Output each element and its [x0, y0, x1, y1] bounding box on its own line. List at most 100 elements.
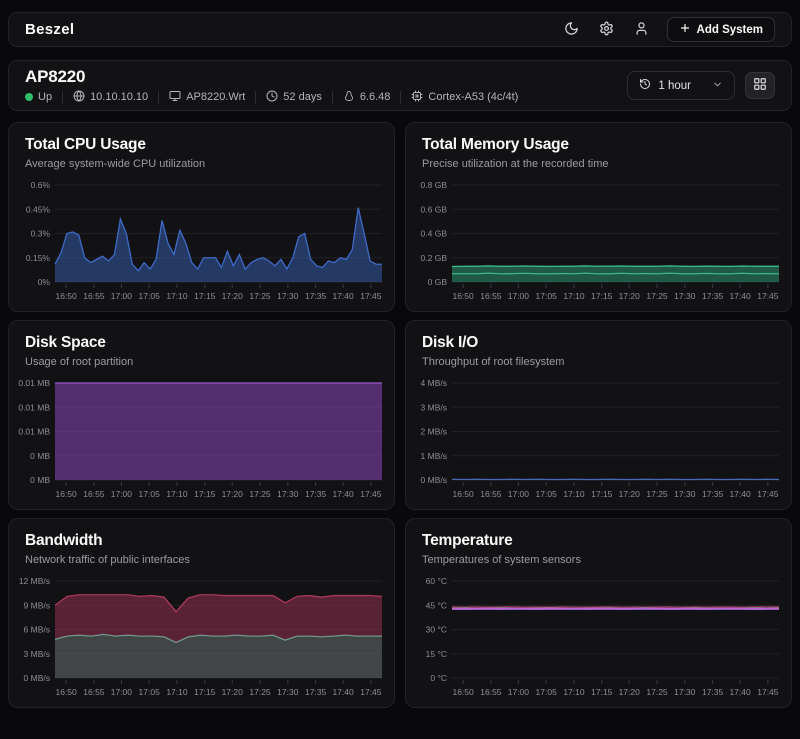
svg-text:17:05: 17:05 — [139, 291, 161, 301]
svg-text:9 MB/s: 9 MB/s — [24, 600, 50, 610]
svg-text:60 °C: 60 °C — [426, 576, 447, 586]
svg-text:17:35: 17:35 — [305, 687, 327, 697]
svg-text:0.01 MB: 0.01 MB — [18, 402, 50, 412]
memory-usage-chart[interactable]: 0.8 GB0.6 GB0.4 GB0.2 GB0 GB16:5016:5517… — [414, 179, 783, 307]
svg-text:16:55: 16:55 — [83, 291, 105, 301]
user-icon — [634, 21, 649, 39]
svg-text:16:50: 16:50 — [55, 489, 77, 499]
svg-text:17:20: 17:20 — [619, 489, 641, 499]
svg-text:17:40: 17:40 — [729, 687, 751, 697]
brand-logo[interactable]: Beszel — [25, 21, 74, 38]
system-meta: Up 10.10.10.10 AP8220.Wrt — [25, 90, 518, 105]
layout-grid-button[interactable] — [745, 72, 775, 99]
svg-text:16:50: 16:50 — [55, 687, 77, 697]
svg-text:0 MB/s: 0 MB/s — [421, 475, 447, 485]
svg-text:17:45: 17:45 — [757, 291, 779, 301]
bandwidth-chart[interactable]: 12 MB/s9 MB/s6 MB/s3 MB/s0 MB/s16:5016:5… — [17, 575, 386, 703]
svg-text:17:35: 17:35 — [702, 489, 724, 499]
svg-text:17:15: 17:15 — [194, 687, 216, 697]
system-name: AP8220 — [25, 67, 518, 87]
svg-text:17:40: 17:40 — [729, 489, 751, 499]
svg-text:0.6 GB: 0.6 GB — [421, 204, 448, 214]
monitor-icon — [169, 90, 181, 105]
chevron-down-icon — [712, 79, 723, 93]
chart-subtitle: Throughput of root filesystem — [422, 356, 775, 368]
svg-text:6 MB/s: 6 MB/s — [24, 625, 50, 635]
chart-subtitle: Average system-wide CPU utilization — [25, 158, 378, 170]
chip-label: Cortex-A53 (4c/4t) — [428, 91, 518, 103]
svg-text:16:50: 16:50 — [452, 687, 474, 697]
svg-text:17:00: 17:00 — [111, 687, 133, 697]
temperature-chart[interactable]: 60 °C45 °C30 °C15 °C0 °C16:5016:5517:001… — [414, 575, 783, 703]
chart-title: Disk Space — [25, 334, 378, 352]
svg-text:17:05: 17:05 — [139, 687, 161, 697]
temperature-card: Temperature Temperatures of system senso… — [405, 518, 792, 708]
svg-text:30 °C: 30 °C — [426, 625, 447, 635]
navbar-actions: Add System — [562, 17, 775, 42]
status-badge: Up — [25, 91, 52, 103]
system-uptime: 52 days — [266, 90, 322, 105]
disk-io-card: Disk I/O Throughput of root filesystem 4… — [405, 320, 792, 510]
svg-text:0 MB/s: 0 MB/s — [24, 673, 50, 683]
svg-text:17:00: 17:00 — [508, 489, 530, 499]
svg-text:16:50: 16:50 — [452, 489, 474, 499]
svg-text:17:20: 17:20 — [619, 687, 641, 697]
cpu-chip-icon — [411, 90, 423, 105]
user-menu-button[interactable] — [632, 19, 651, 41]
disk-io-chart[interactable]: 4 MB/s3 MB/s2 MB/s1 MB/s0 MB/s16:5016:55… — [414, 377, 783, 505]
svg-text:17:15: 17:15 — [591, 687, 613, 697]
theme-toggle-button[interactable] — [562, 19, 581, 41]
svg-text:17:05: 17:05 — [536, 291, 558, 301]
cpu-usage-chart[interactable]: 0.6%0.45%0.3%0.15%0%16:5016:5517:0017:05… — [17, 179, 386, 307]
divider — [400, 91, 401, 104]
svg-text:17:10: 17:10 — [563, 687, 585, 697]
chart-title: Total CPU Usage — [25, 136, 378, 154]
navbar: Beszel Add System — [8, 12, 792, 47]
svg-text:17:30: 17:30 — [674, 489, 696, 499]
add-system-button[interactable]: Add System — [667, 17, 775, 42]
svg-text:15 °C: 15 °C — [426, 649, 447, 659]
svg-text:17:10: 17:10 — [166, 687, 188, 697]
bandwidth-card: Bandwidth Network traffic of public inte… — [8, 518, 395, 708]
layout-grid-icon — [753, 77, 767, 94]
svg-text:17:20: 17:20 — [222, 489, 244, 499]
settings-button[interactable] — [597, 19, 616, 41]
svg-text:0.2 GB: 0.2 GB — [421, 253, 448, 263]
chart-subtitle: Network traffic of public interfaces — [25, 554, 378, 566]
disk-space-chart[interactable]: 0.01 MB0.01 MB0.01 MB0 MB0 MB16:5016:551… — [17, 377, 386, 505]
svg-text:17:10: 17:10 — [166, 291, 188, 301]
add-system-label: Add System — [697, 24, 763, 36]
svg-text:17:15: 17:15 — [591, 489, 613, 499]
disk-space-card: Disk Space Usage of root partition 0.01 … — [8, 320, 395, 510]
plus-icon — [679, 22, 691, 37]
chart-subtitle: Usage of root partition — [25, 356, 378, 368]
chart-title: Temperature — [422, 532, 775, 550]
svg-text:45 °C: 45 °C — [426, 600, 447, 610]
svg-text:0.6%: 0.6% — [31, 180, 51, 190]
svg-text:1 MB/s: 1 MB/s — [421, 451, 447, 461]
svg-text:0.3%: 0.3% — [31, 229, 51, 239]
system-controls: 1 hour — [627, 71, 775, 100]
svg-text:16:55: 16:55 — [480, 489, 502, 499]
svg-text:17:45: 17:45 — [757, 489, 779, 499]
svg-text:0.15%: 0.15% — [26, 253, 51, 263]
tux-kernel-icon — [343, 90, 355, 105]
charts-grid: Total CPU Usage Average system-wide CPU … — [8, 122, 792, 708]
svg-text:3 MB/s: 3 MB/s — [24, 649, 50, 659]
memory-usage-card: Total Memory Usage Precise utilization a… — [405, 122, 792, 312]
status-label: Up — [38, 91, 52, 103]
system-hostname: AP8220.Wrt — [169, 90, 245, 105]
time-range-select[interactable]: 1 hour — [627, 71, 735, 100]
svg-text:17:30: 17:30 — [674, 291, 696, 301]
divider — [62, 91, 63, 104]
chart-title: Total Memory Usage — [422, 136, 775, 154]
svg-text:17:30: 17:30 — [674, 687, 696, 697]
status-dot-icon — [25, 93, 33, 101]
svg-text:17:45: 17:45 — [360, 687, 382, 697]
ip-label: 10.10.10.10 — [90, 91, 148, 103]
svg-text:17:15: 17:15 — [591, 291, 613, 301]
svg-text:0.01 MB: 0.01 MB — [18, 427, 50, 437]
svg-text:17:25: 17:25 — [249, 489, 271, 499]
svg-text:17:05: 17:05 — [536, 489, 558, 499]
hostname-label: AP8220.Wrt — [186, 91, 245, 103]
